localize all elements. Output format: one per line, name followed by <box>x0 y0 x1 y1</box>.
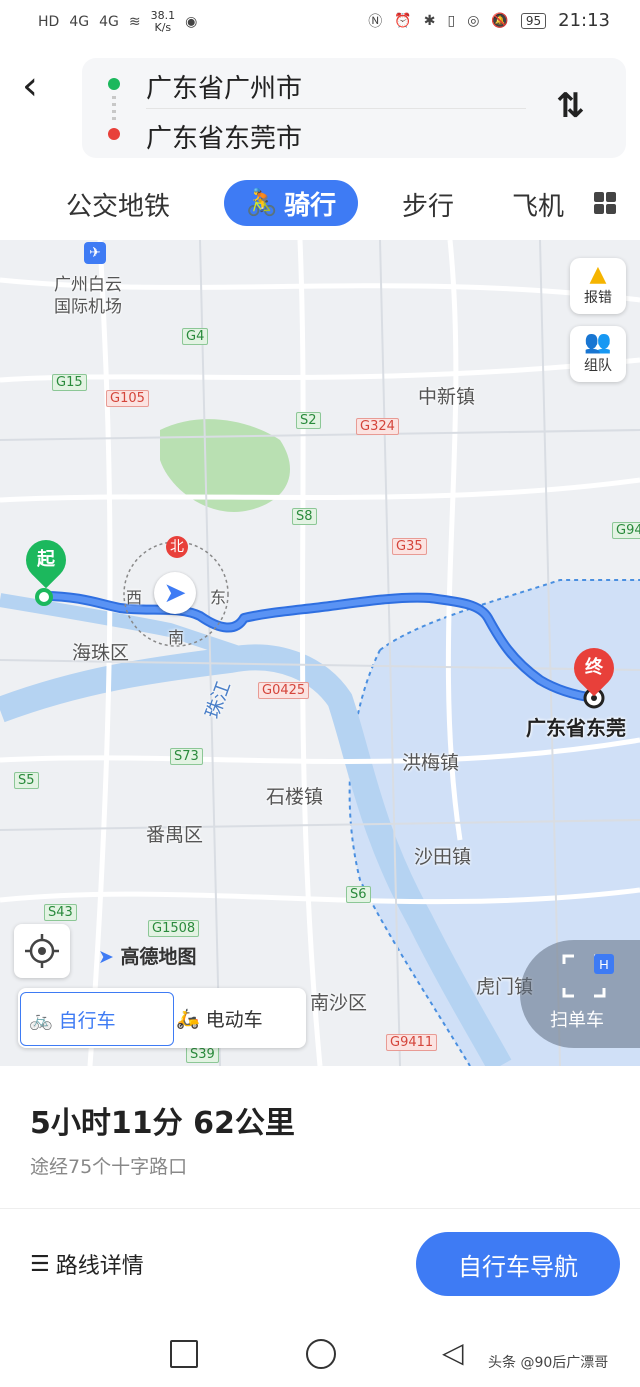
more-modes-icon[interactable] <box>594 192 616 214</box>
place-label: 南沙区 <box>310 992 368 1014</box>
road-label: G15 <box>52 374 87 391</box>
origin-field[interactable]: 广东省广州市 <box>146 68 302 105</box>
watermark: 头条 @90后广漂哥 <box>488 1355 609 1371</box>
road-label: S43 <box>44 904 77 921</box>
map-view[interactable]: G4 G15 G105 S2 G324 S8 G35 G94 G0425 S73… <box>0 240 640 1066</box>
tab-cycling-label: 骑行 <box>284 190 337 221</box>
bicycle-icon: 🚲 <box>29 1008 53 1031</box>
locate-button[interactable] <box>14 924 70 978</box>
net-speed: 38.1 K/s <box>150 9 176 34</box>
compass-east: 东 <box>210 588 227 607</box>
scooter-icon: 🛵 <box>176 1007 200 1030</box>
location-icon: ◎ <box>467 12 480 29</box>
scan-icon: H <box>562 954 614 998</box>
road-label: G0425 <box>258 682 310 699</box>
home-icon[interactable] <box>306 1339 336 1369</box>
road-label: G4 <box>182 328 209 345</box>
bicycle-option[interactable]: 🚲 自行车 <box>20 992 174 1046</box>
destination-field[interactable]: 广东省东莞市 <box>146 118 302 155</box>
end-marker: 终 <box>565 639 623 697</box>
place-label: 中新镇 <box>418 386 476 408</box>
destination-map-label: 广东省东莞 <box>526 716 626 740</box>
team-label: 组队 <box>584 358 612 374</box>
place-label: 海珠区 <box>72 642 130 664</box>
nfc-icon: Ⓝ <box>368 13 383 30</box>
crosshair-icon <box>25 934 59 968</box>
swap-icon[interactable]: ⇅ <box>556 86 585 126</box>
road-label: G324 <box>356 418 399 435</box>
origin-dot-icon <box>108 78 120 90</box>
road-label: S6 <box>346 886 371 903</box>
warning-icon: ▲ <box>589 262 607 287</box>
tab-transit[interactable]: 公交地铁 <box>66 186 170 223</box>
route-duration-distance: 5小时11分 62公里 <box>30 1106 295 1141</box>
vibrate-icon: ▯ <box>447 12 456 29</box>
eye-icon: ◉ <box>185 14 198 30</box>
signal-icon: 4G <box>99 14 119 30</box>
road-label: S2 <box>296 412 321 429</box>
road-label: S39 <box>186 1046 219 1063</box>
bluetooth-icon: ✱ <box>423 12 436 29</box>
team-icon: 👥 <box>584 330 612 355</box>
back-icon[interactable]: ‹ <box>22 64 62 112</box>
divider <box>146 108 526 109</box>
vehicle-switch: 🚲 自行车 🛵 电动车 <box>18 988 306 1048</box>
signal-icon: 4G <box>69 14 90 30</box>
place-label: 国际机场 <box>54 297 122 317</box>
team-button[interactable]: 👥 组队 <box>570 326 626 382</box>
road-label: G9411 <box>386 1034 438 1051</box>
report-error-label: 报错 <box>584 290 612 306</box>
road-label: G105 <box>106 390 149 407</box>
battery-indicator: 95 <box>520 12 547 29</box>
gaode-logo-icon: ➤ <box>98 946 114 968</box>
route-intersections: 途经75个十字路口 <box>30 1156 188 1178</box>
clock: 21:13 <box>558 10 610 31</box>
recents-icon[interactable] <box>170 1340 198 1368</box>
gaode-logo: ➤ 高德地图 <box>98 946 197 968</box>
compass-west: 西 <box>126 588 143 607</box>
svg-text:H: H <box>599 957 608 972</box>
compass-arrow-icon[interactable]: ➤ <box>154 572 196 614</box>
tab-cycling[interactable]: 🚴 骑行 <box>224 180 358 226</box>
report-error-button[interactable]: ▲ 报错 <box>570 258 626 314</box>
back-nav-icon[interactable]: ◁ <box>442 1336 464 1369</box>
status-bar: HD 4G 4G ≋ 38.1 K/s ◉ Ⓝ ⏰ ✱ ▯ ◎ 🔕 95 21:1… <box>0 0 640 44</box>
airport-icon: ✈ <box>84 242 106 264</box>
hd-icon: HD <box>38 14 60 30</box>
scan-bike-label: 扫单车 <box>550 1010 604 1031</box>
bicycle-icon: 🚴 <box>245 188 279 218</box>
route-connector <box>112 96 116 122</box>
tab-walking[interactable]: 步行 <box>402 186 454 223</box>
place-label: 石楼镇 <box>266 786 324 808</box>
tab-flight[interactable]: 飞机 <box>512 186 566 223</box>
navigate-button[interactable]: 自行车导航 <box>416 1232 620 1296</box>
wifi-icon: ≋ <box>128 14 141 30</box>
ebike-option[interactable]: 🛵 电动车 <box>168 992 271 1044</box>
start-marker: 起 <box>17 531 75 589</box>
destination-dot-icon <box>108 128 120 140</box>
road-label: S5 <box>14 772 39 789</box>
list-icon: ☰ <box>30 1251 50 1277</box>
compass-south: 南 <box>168 628 185 647</box>
compass-north: 北 <box>166 536 188 558</box>
place-label: 番禺区 <box>146 824 204 846</box>
place-label: 洪梅镇 <box>402 752 460 774</box>
road-label: G1508 <box>148 920 200 937</box>
alarm-icon: ⏰ <box>394 12 412 29</box>
route-detail-button[interactable]: ☰ 路线详情 <box>30 1248 144 1280</box>
place-label: 沙田镇 <box>414 846 472 868</box>
road-label: G35 <box>392 538 427 555</box>
divider <box>0 1208 640 1209</box>
road-label: G94 <box>612 522 640 539</box>
mute-icon: 🔕 <box>491 12 509 29</box>
road-label: S73 <box>170 748 203 765</box>
road-label: S8 <box>292 508 317 525</box>
